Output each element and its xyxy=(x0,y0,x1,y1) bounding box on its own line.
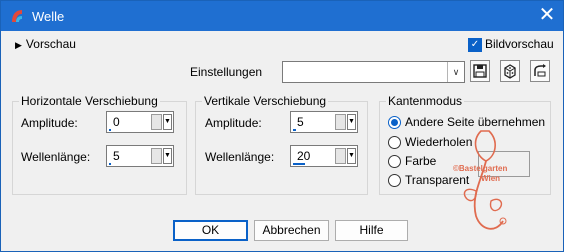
bildvorschau-checkbox[interactable]: ✓ Bildvorschau xyxy=(468,37,554,52)
expand-arrow-icon: ▶ xyxy=(15,40,22,50)
title-bar[interactable]: Welle ✕ xyxy=(1,1,563,31)
value-slider-bar[interactable] xyxy=(293,163,305,165)
preview-label: Vorschau xyxy=(25,37,76,51)
horizontal-amplitude-label: Amplitude: xyxy=(21,116,78,130)
bildvorschau-label: Bildvorschau xyxy=(485,37,554,51)
preview-toggle[interactable]: ▶ Vorschau xyxy=(15,37,76,51)
spin-arrows-icon[interactable] xyxy=(151,148,162,164)
window-title: Welle xyxy=(32,9,65,24)
radio-icon xyxy=(388,136,401,150)
vertical-wavelength-label: Wellenlänge: xyxy=(205,150,275,164)
vertical-amplitude-stepper[interactable]: 5 ▼ xyxy=(290,111,358,133)
value-slider-bar[interactable] xyxy=(109,129,111,131)
cancel-button[interactable]: Abbrechen xyxy=(254,220,329,241)
horizontal-wavelength-value: 5 xyxy=(113,149,120,163)
random-settings-button[interactable] xyxy=(500,60,520,82)
dialog-window: Welle ✕ ▶ Vorschau ✓ Bildvorschau Einstell… xyxy=(0,0,564,252)
horizontal-amplitude-stepper[interactable]: 0 ▼ xyxy=(106,111,174,133)
dice-icon xyxy=(504,64,516,79)
horizontal-wavelength-label: Wellenlänge: xyxy=(21,150,91,164)
radio-label: Farbe xyxy=(405,154,437,168)
help-button[interactable]: Hilfe xyxy=(335,220,408,241)
vertical-wavelength-stepper[interactable]: 20 ▼ xyxy=(290,145,358,167)
save-preset-button[interactable] xyxy=(470,60,490,82)
settings-dropdown[interactable]: ∨ xyxy=(282,61,465,83)
value-slider-bar[interactable] xyxy=(109,163,111,165)
vertical-wavelength-value: 20 xyxy=(297,149,311,163)
settings-label: Einstellungen xyxy=(190,65,263,79)
horizontal-wavelength-stepper[interactable]: 5 ▼ xyxy=(106,145,174,167)
watermark-line2: Wien xyxy=(481,174,501,183)
watermark-logo: ©Bastelgarten Wien xyxy=(441,121,531,244)
spin-arrows-icon[interactable] xyxy=(335,148,346,164)
radio-icon xyxy=(388,174,401,188)
radio-farbe[interactable]: Farbe xyxy=(388,154,437,169)
chevron-down-icon[interactable]: ∨ xyxy=(447,62,464,82)
horizontal-amplitude-value: 0 xyxy=(113,115,120,129)
chevron-down-icon[interactable]: ▼ xyxy=(163,114,172,130)
checkmark-icon: ✓ xyxy=(468,37,482,52)
reset-icon xyxy=(534,64,546,77)
ok-button[interactable]: OK xyxy=(173,220,248,241)
watermark-line1: ©Bastelgarten xyxy=(453,164,508,173)
horizontal-group-title: Horizontale Verschiebung xyxy=(19,94,160,108)
chevron-down-icon[interactable]: ▼ xyxy=(163,148,172,164)
chevron-down-icon[interactable]: ▼ xyxy=(347,114,356,130)
edge-mode-title: Kantenmodus xyxy=(386,94,465,108)
vertical-amplitude-label: Amplitude: xyxy=(205,116,262,130)
spin-arrows-icon[interactable] xyxy=(335,114,346,130)
vertical-amplitude-value: 5 xyxy=(297,115,304,129)
radio-icon xyxy=(388,155,401,169)
vertical-group-title: Vertikale Verschiebung xyxy=(202,94,329,108)
save-icon xyxy=(473,64,487,78)
radio-selected-icon xyxy=(388,116,401,130)
chevron-down-icon[interactable]: ▼ xyxy=(347,148,356,164)
spin-arrows-icon[interactable] xyxy=(151,114,162,130)
reset-settings-button[interactable] xyxy=(530,60,550,82)
app-icon xyxy=(12,10,22,22)
value-slider-bar[interactable] xyxy=(293,129,296,131)
close-icon[interactable]: ✕ xyxy=(535,4,559,28)
